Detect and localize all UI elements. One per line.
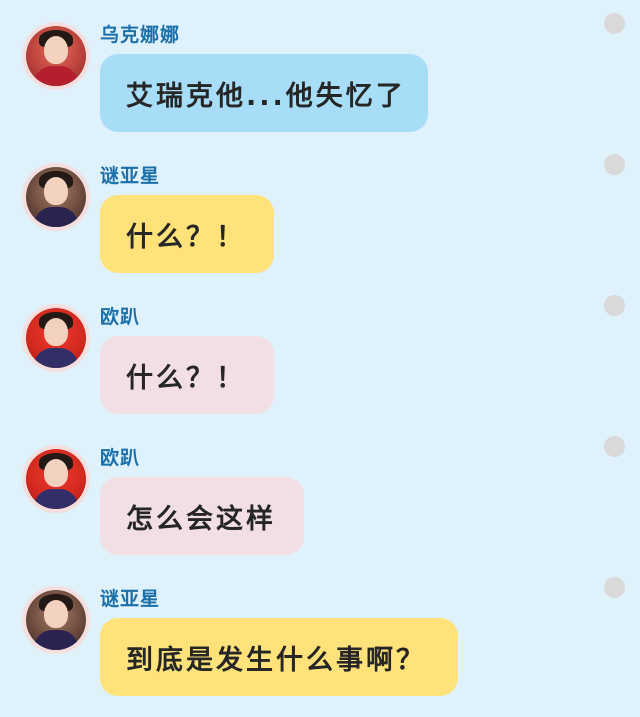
avatar-uniform (34, 207, 78, 227)
avatar-face (44, 318, 68, 346)
message-bubble[interactable]: 什么？！ (100, 336, 274, 414)
message-row: 欧趴 怎么会这样 (0, 423, 640, 563)
avatar-face (44, 600, 68, 628)
avatar[interactable] (22, 22, 90, 90)
message-row: 谜亚星 什么？！ (0, 141, 640, 281)
avatar-uniform (34, 66, 78, 86)
message-bubble[interactable]: 怎么会这样 (100, 477, 304, 555)
avatar-face (44, 459, 68, 487)
avatar[interactable] (22, 586, 90, 654)
message-status-dot[interactable] (604, 577, 625, 598)
chat-thread: 乌克娜娜 艾瑞克他...他失忆了 谜亚星 什么？！ 欧趴 什么？！ 欧趴 怎么会… (0, 0, 640, 717)
avatar-face (44, 177, 68, 205)
message-row: 乌克娜娜 艾瑞克他...他失忆了 (0, 0, 640, 140)
message-bubble[interactable]: 到底是发生什么事啊？ (100, 618, 458, 696)
sender-name: 欧趴 (100, 306, 141, 328)
message-bubble[interactable]: 艾瑞克他...他失忆了 (100, 54, 428, 132)
avatar-uniform (34, 348, 78, 368)
message-row: 欧趴 什么？！ (0, 282, 640, 422)
avatar[interactable] (22, 304, 90, 372)
avatar-face (44, 36, 68, 64)
avatar-uniform (34, 630, 78, 650)
sender-name: 谜亚星 (100, 165, 161, 187)
sender-name: 谜亚星 (100, 588, 161, 610)
message-status-dot[interactable] (604, 295, 625, 316)
avatar[interactable] (22, 163, 90, 231)
message-bubble[interactable]: 什么？！ (100, 195, 274, 273)
avatar-uniform (34, 489, 78, 509)
message-status-dot[interactable] (604, 436, 625, 457)
message-row: 谜亚星 到底是发生什么事啊？ (0, 564, 640, 704)
message-status-dot[interactable] (604, 154, 625, 175)
avatar[interactable] (22, 445, 90, 513)
sender-name: 欧趴 (100, 447, 141, 469)
message-status-dot[interactable] (604, 13, 625, 34)
sender-name: 乌克娜娜 (100, 24, 181, 46)
